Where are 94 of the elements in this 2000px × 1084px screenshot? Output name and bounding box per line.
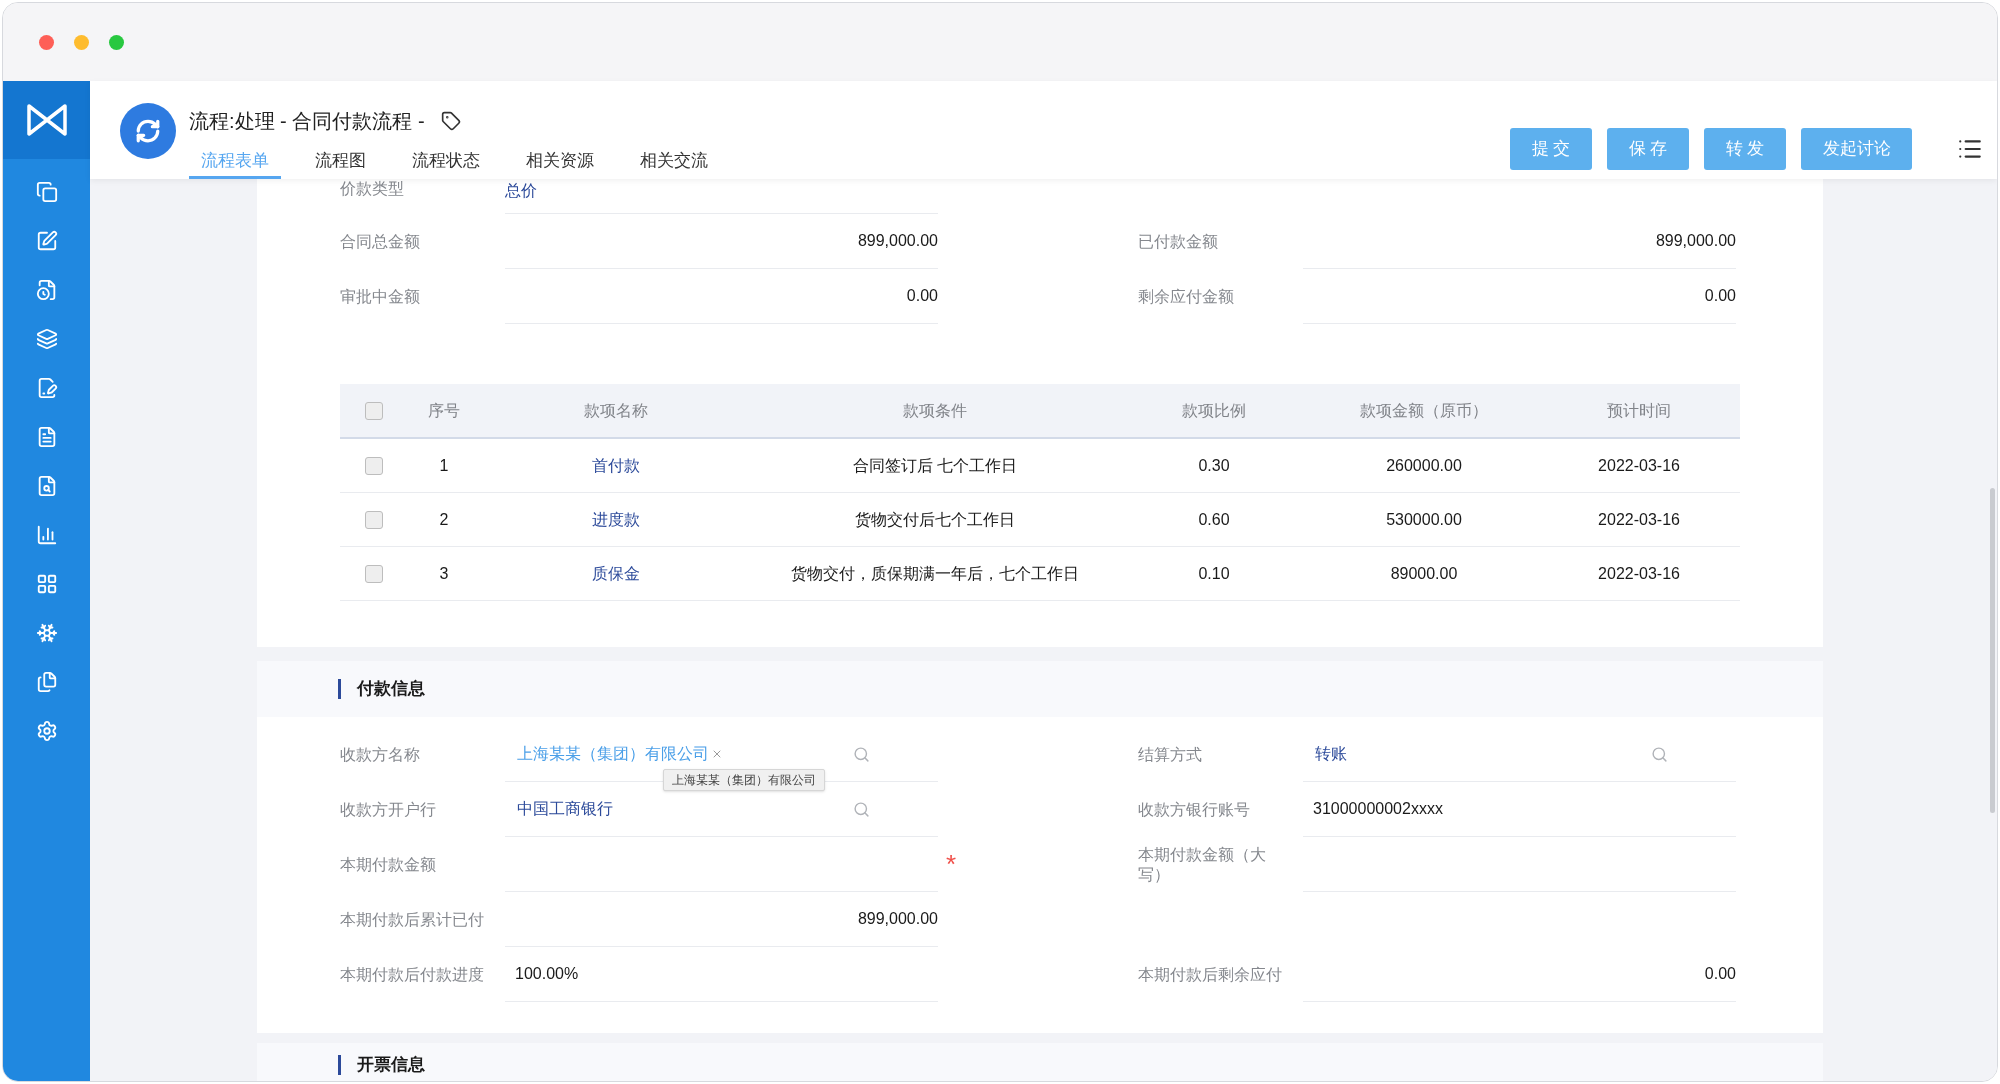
input-field[interactable]: 899,000.00 <box>1303 214 1736 269</box>
window-close-button[interactable] <box>39 34 54 50</box>
item-link[interactable]: 质保金 <box>592 561 640 586</box>
field-label: 收款方开户行 <box>340 799 437 820</box>
input-field[interactable]: 899,000.00 <box>505 214 938 269</box>
table-cell-text: 530000.00 <box>1386 509 1462 530</box>
input-field[interactable]: 0.00 <box>1303 269 1736 324</box>
item-link[interactable]: 进度款 <box>592 507 640 532</box>
tooltip: 上海某某（集团）有限公司 <box>663 769 825 791</box>
column-header: 款项条件 <box>903 400 967 421</box>
clear-icon[interactable] <box>711 748 723 760</box>
checkbox[interactable] <box>365 401 383 420</box>
input-field[interactable]: 0.00 <box>505 269 938 324</box>
field-value: 899,000.00 <box>857 909 938 929</box>
field-value: 899,000.00 <box>857 231 938 251</box>
table-cell-text: 货物交付，质保期满一年后，七个工作日 <box>791 563 1079 584</box>
input-field[interactable]: 31000000002xxxx <box>1303 782 1736 837</box>
search-icon[interactable] <box>853 800 870 818</box>
field-value: 0.00 <box>1704 964 1736 984</box>
tab[interactable]: 流程状态 <box>400 146 492 179</box>
scrollbar[interactable] <box>1990 488 1995 813</box>
checkbox[interactable] <box>365 564 383 583</box>
selected-value: 上海某某（集团）有限公司 <box>517 744 709 764</box>
table-cell-text: 3 <box>439 563 449 584</box>
column-header: 预计时间 <box>1607 400 1671 421</box>
input-field[interactable]: 100.00% <box>505 947 938 1002</box>
documents-icon[interactable] <box>35 181 58 203</box>
input-field[interactable]: 0.00 <box>1303 947 1736 1002</box>
checkbox[interactable] <box>365 510 383 529</box>
field-label: 本期付款金额 <box>340 854 437 875</box>
tab[interactable]: 流程图 <box>303 146 378 179</box>
table-cell-text: 2022-03-16 <box>1598 563 1680 584</box>
field-label: 已付款金额 <box>1138 231 1219 252</box>
field-label: 本期付款后累计已付 <box>340 909 485 930</box>
table-cell-text: 0.30 <box>1198 455 1230 476</box>
table-cell-text: 2022-03-16 <box>1598 509 1680 530</box>
field-value: 899,000.00 <box>1655 231 1736 251</box>
item-link[interactable]: 首付款 <box>592 453 640 478</box>
field-label: 收款方银行账号 <box>1138 799 1251 820</box>
refresh-icon <box>135 118 161 144</box>
page-title: 流程:处理 - 合同付款流程 - <box>189 109 425 134</box>
field-value: 转账 <box>1315 744 1347 764</box>
files-icon[interactable] <box>35 671 58 693</box>
field-label: 价款类型 <box>340 179 405 199</box>
table-cell-text: 2022-03-16 <box>1598 455 1680 476</box>
layers-icon[interactable] <box>35 328 58 350</box>
window-zoom-button[interactable] <box>109 34 124 50</box>
table-cell-text: 2 <box>439 509 449 530</box>
search-icon[interactable] <box>1651 745 1668 763</box>
column-header: 款项比例 <box>1182 400 1246 421</box>
section-title: 开票信息 <box>357 1055 425 1075</box>
section-marker <box>338 1055 341 1075</box>
table-cell-text: 1 <box>439 455 449 476</box>
column-header: 款项金额（原币） <box>1360 400 1488 421</box>
column-header: 序号 <box>428 400 460 421</box>
search-icon[interactable] <box>853 745 870 763</box>
field-label: 本期付款金额（大写） <box>1138 844 1267 885</box>
tab[interactable]: 相关资源 <box>514 146 606 179</box>
input-field[interactable]: 899,000.00 <box>505 892 938 947</box>
field-label: 本期付款后剩余应付 <box>1138 964 1283 985</box>
field-label: 剩余应付金额 <box>1138 286 1235 307</box>
field-value: 0.00 <box>906 286 938 306</box>
table-cell-text: 0.10 <box>1198 563 1230 584</box>
edit-icon[interactable] <box>35 230 58 252</box>
snowflake-icon[interactable] <box>35 622 58 644</box>
field-value: 100.00% <box>515 964 579 984</box>
bar-chart-icon[interactable] <box>35 524 58 546</box>
tab[interactable]: 相关交流 <box>628 146 720 179</box>
file-clock-icon[interactable] <box>35 279 58 301</box>
grid-icon[interactable] <box>35 573 58 595</box>
table-cell-text: 货物交付后七个工作日 <box>855 509 1015 530</box>
field-label: 本期付款后付款进度 <box>340 964 485 985</box>
table-cell-text: 0.60 <box>1198 509 1230 530</box>
field-value: 31000000002xxxx <box>1313 799 1443 819</box>
field-label: 结算方式 <box>1138 744 1203 765</box>
tag-icon[interactable] <box>440 111 461 131</box>
section-title: 付款信息 <box>357 679 425 699</box>
field-label: 审批中金额 <box>340 286 421 307</box>
table-cell-text: 合同签订后 七个工作日 <box>852 455 1018 476</box>
input-field[interactable]: 转账 <box>1303 727 1736 782</box>
table-cell-text: 260000.00 <box>1386 455 1462 476</box>
checkbox[interactable] <box>365 456 383 475</box>
input-field[interactable]: 总价 <box>505 179 938 214</box>
table-cell-text: 89000.00 <box>1390 563 1458 584</box>
field-value: 总价 <box>505 181 537 201</box>
field-label: 收款方名称 <box>340 744 421 765</box>
settings-icon[interactable] <box>35 720 58 742</box>
field-value: 0.00 <box>1704 286 1736 306</box>
column-header: 款项名称 <box>584 400 648 421</box>
field-label: 合同总金额 <box>340 231 421 252</box>
logo-icon <box>25 102 68 138</box>
required-mark: * <box>945 851 956 877</box>
section-marker <box>338 679 341 699</box>
field-value: 中国工商银行 <box>517 799 613 819</box>
